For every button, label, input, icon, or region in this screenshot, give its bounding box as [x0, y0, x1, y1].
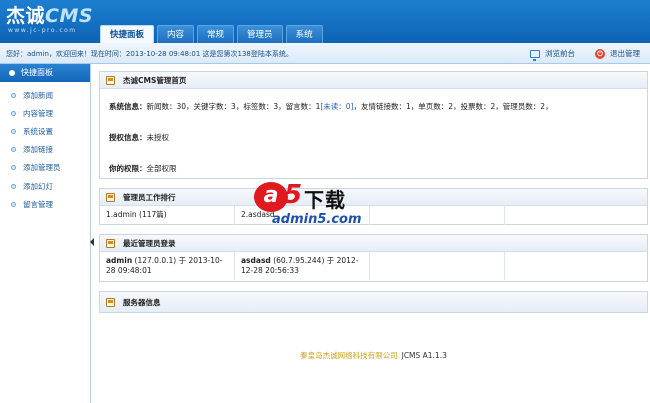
ranking-cell-empty [505, 206, 647, 225]
sidebar-header-label: 快捷面板 [21, 68, 53, 77]
login-entry-empty [505, 252, 647, 280]
logo-text: 杰诚CMS [6, 6, 93, 26]
login-entry-empty [370, 252, 505, 280]
watermark-a: a [254, 182, 288, 212]
browse-frontend-link[interactable]: 浏览前台 [530, 48, 575, 61]
license-value: 未授权 [146, 133, 170, 142]
home-panel-header: 杰诚CMS管理首页 [100, 72, 647, 89]
sidebar: 快捷面板 添加新闻 内容管理 系统设置 添加链接 添加管理员 添加幻灯 留言管理 [0, 64, 91, 403]
browse-frontend-label: 浏览前台 [545, 49, 575, 58]
ranking-panel-title: 管理员工作排行 [123, 192, 176, 202]
tab-system[interactable]: 系统 [285, 25, 323, 43]
system-info-row: 系统信息：新闻数：30，关键字数：3，标签数：3，留言数：1[未读：0]，友情链… [109, 101, 638, 112]
sidebar-item-content-manage[interactable]: 内容管理 [0, 104, 90, 122]
watermark-url: admin5.com [272, 212, 362, 227]
sidebar-item-label: 内容管理 [23, 108, 53, 118]
tab-admins[interactable]: 管理员 [237, 25, 283, 43]
bullet-icon [11, 92, 16, 98]
main-content: 杰诚CMS管理首页 系统信息：新闻数：30，关键字数：3，标签数：3，留言数：1… [99, 64, 648, 403]
login-username: admin [106, 256, 133, 265]
system-info-stats-more: ，友情链接数：1，单页数：2，投票数：2，管理员数：2， [353, 102, 553, 111]
logo-cms-text: CMS [45, 5, 94, 27]
sidebar-item-label: 留言管理 [23, 199, 53, 209]
system-info-stats: 新闻数：30，关键字数：3，标签数：3，留言数：1 [146, 102, 321, 111]
permission-value: 全部权限 [146, 164, 177, 173]
logout-link[interactable]: ⏻ 退出管理 [595, 48, 640, 59]
info-actions: 浏览前台 ⏻ 退出管理 [510, 48, 640, 61]
watermark-xiazai: 下载 [304, 188, 346, 212]
footer: 秦皇岛杰诚网络科技有限公司 JCMS A1.1.3 [99, 350, 648, 361]
tab-quick-panel[interactable]: 快捷面板 [100, 25, 155, 43]
login-entry: asdasd (60.7.95.244) 于 2012-12-28 20:56:… [235, 252, 370, 280]
sidebar-item-add-link[interactable]: 添加链接 [0, 141, 90, 159]
exit-icon: ⏻ [595, 48, 605, 59]
bullet-icon [11, 147, 16, 153]
sidebar-item-label: 添加新闻 [23, 90, 53, 100]
server-info-header: 服务器信息 [100, 292, 647, 312]
server-info-panel: 服务器信息 [99, 291, 648, 313]
license-info-row: 授权信息：未授权 [109, 132, 638, 143]
home-panel: 杰诚CMS管理首页 系统信息：新闻数：30，关键字数：3，标签数：3，留言数：1… [99, 71, 648, 179]
ranking-cell: 1.admin (117篇) [100, 206, 235, 225]
watermark-logo: a 5 下载 admin5.com [254, 180, 400, 232]
monitor-icon [530, 49, 540, 61]
logo-main-text: 杰诚 [6, 5, 46, 27]
sidebar-item-label: 添加链接 [23, 145, 53, 155]
recent-logins-title: 最近管理员登录 [123, 238, 176, 248]
bullet-icon [11, 128, 16, 134]
welcome-message: ，欢迎回来！现在时间：2013-10-28 09:48:01 这是您第次138登… [48, 50, 293, 58]
footer-company[interactable]: 秦皇岛杰诚网络科技有限公司 [300, 351, 398, 360]
permission-label: 你的权限： [109, 164, 147, 173]
sidebar-collapse-arrow-icon[interactable] [90, 238, 94, 246]
bullet-icon [11, 110, 16, 116]
info-bar: 您好：admin，欢迎回来！现在时间：2013-10-28 09:48:01 这… [0, 43, 650, 64]
sidebar-item-label: 系统设置 [23, 126, 53, 136]
recent-logins-header: 最近管理员登录 [100, 235, 647, 252]
watermark-five: 5 [284, 180, 303, 210]
sidebar-header[interactable]: 快捷面板 [0, 64, 90, 82]
footer-version: JCMS A1.1.3 [401, 351, 447, 360]
server-info-title: 服务器信息 [123, 297, 161, 307]
welcome-text: 您好：admin，欢迎回来！现在时间：2013-10-28 09:48:01 这… [6, 49, 293, 59]
home-panel-title: 杰诚CMS管理首页 [123, 75, 187, 85]
system-info-label: 系统信息： [109, 102, 147, 111]
sidebar-item-add-slide[interactable]: 添加幻灯 [0, 177, 90, 195]
logo[interactable]: 杰诚CMS www.jc-pro.com [6, 6, 93, 34]
tab-general[interactable]: 常规 [197, 25, 235, 43]
bullet-icon [11, 165, 16, 171]
note-icon [106, 238, 115, 248]
note-icon [106, 75, 115, 85]
unread-count-link[interactable]: [未读：0] [320, 102, 353, 111]
bullet-icon [11, 183, 16, 189]
license-label: 授权信息： [109, 133, 147, 142]
greeting: 您好： [6, 50, 27, 58]
current-username: admin [27, 50, 49, 58]
sidebar-item-label: 添加幻灯 [23, 181, 53, 191]
login-username: asdasd [241, 256, 271, 265]
tab-content[interactable]: 内容 [157, 25, 195, 43]
main-nav-tabs: 快捷面板 内容 常规 管理员 系统 [100, 25, 326, 43]
sidebar-item-system-settings[interactable]: 系统设置 [0, 122, 90, 140]
sidebar-item-messages[interactable]: 留言管理 [0, 195, 90, 213]
recent-logins-grid: admin (127.0.0.1) 于 2013-10-28 09:48:01 … [100, 252, 647, 280]
bullet-icon [11, 201, 16, 207]
note-icon [106, 192, 115, 202]
logout-label: 退出管理 [610, 49, 640, 58]
sidebar-item-label: 添加管理员 [23, 163, 61, 173]
permission-row: 你的权限：全部权限 [109, 163, 638, 174]
sidebar-item-add-news[interactable]: 添加新闻 [0, 86, 90, 104]
recent-logins-panel: 最近管理员登录 admin (127.0.0.1) 于 2013-10-28 0… [99, 234, 648, 282]
home-panel-body: 系统信息：新闻数：30，关键字数：3，标签数：3，留言数：1[未读：0]，友情链… [100, 101, 647, 174]
bullet-icon [9, 70, 15, 76]
note-icon [106, 297, 115, 307]
logo-url: www.jc-pro.com [8, 27, 77, 34]
top-header: 杰诚CMS www.jc-pro.com 快捷面板 内容 常规 管理员 系统 [0, 0, 650, 43]
login-entry: admin (127.0.0.1) 于 2013-10-28 09:48:01 [100, 252, 235, 280]
sidebar-item-add-admin[interactable]: 添加管理员 [0, 159, 90, 177]
